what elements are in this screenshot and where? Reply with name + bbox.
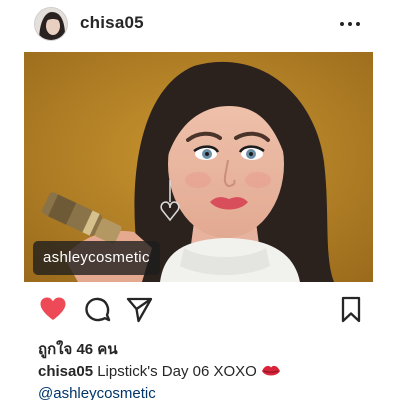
more-options-icon-dot	[348, 22, 352, 26]
caption-text: Lipstick's Day 06 XOXO	[97, 363, 257, 380]
action-bar	[0, 290, 400, 326]
save-button[interactable]	[336, 294, 366, 324]
post-username[interactable]: chisa05	[80, 13, 144, 33]
heart-icon	[40, 297, 66, 320]
photo-tag[interactable]: ashleycosmetic	[33, 241, 160, 275]
lips-kiss-icon	[261, 363, 281, 384]
bookmark-icon	[341, 296, 361, 323]
comment-icon	[85, 297, 111, 322]
more-options-icon-dot	[340, 22, 344, 26]
more-options-button[interactable]	[338, 12, 362, 36]
post-caption: chisa05 Lipstick's Day 06 XOXO @ashleyco…	[38, 362, 378, 400]
caption-mention[interactable]: @ashleycosmetic	[38, 385, 156, 400]
likes-count[interactable]: ถูกใจ 46 คน	[38, 337, 118, 361]
avatar-image	[35, 8, 67, 40]
post-header: chisa05	[0, 0, 400, 48]
more-options-icon-dot	[356, 22, 360, 26]
comment-button[interactable]	[82, 294, 112, 324]
avatar[interactable]	[34, 7, 68, 41]
send-icon	[126, 297, 153, 323]
caption-username[interactable]: chisa05	[38, 363, 93, 380]
post-photo[interactable]: ashleycosmetic	[24, 52, 373, 282]
like-button[interactable]	[38, 294, 68, 324]
share-button[interactable]	[124, 294, 154, 324]
